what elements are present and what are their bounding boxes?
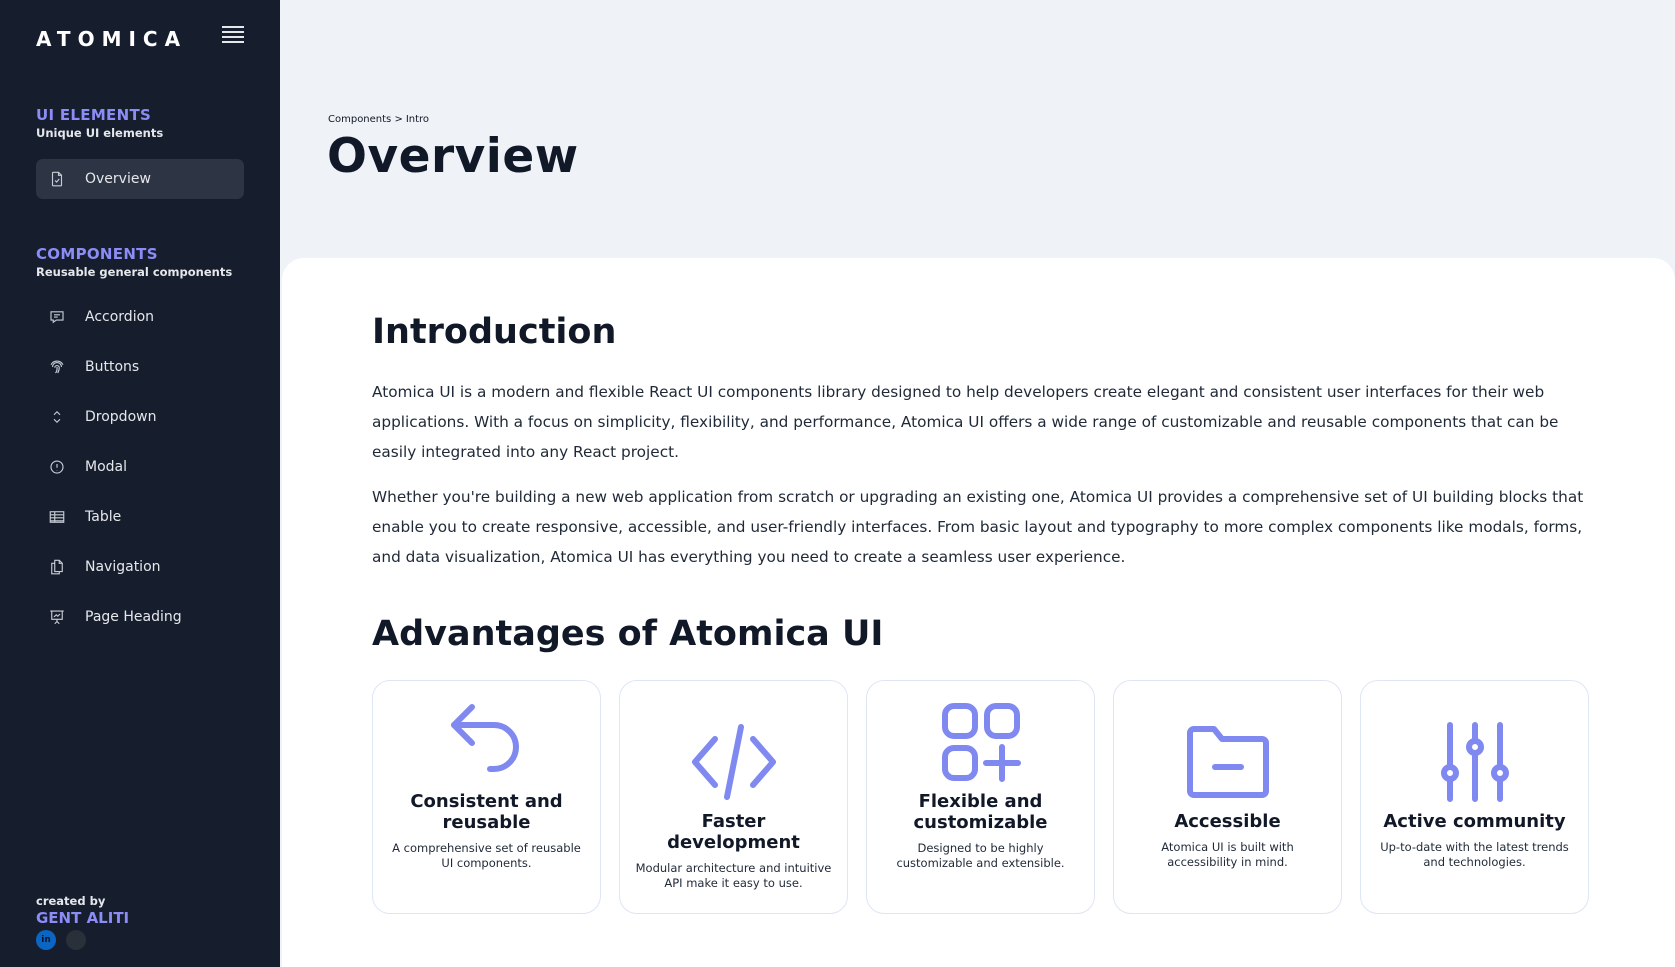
card-description: Modular architecture and intuitive API m…	[635, 861, 832, 890]
advantages-cards: Consistent and reusable A comprehensive …	[372, 680, 1589, 914]
sidebar-item-label: Navigation	[85, 559, 161, 575]
github-icon[interactable]	[66, 930, 86, 950]
presentation-chart-icon	[47, 607, 67, 627]
section-title: COMPONENTS	[36, 245, 158, 263]
credit-name[interactable]: GENT ALITI	[36, 909, 129, 927]
exclamation-circle-icon	[47, 457, 67, 477]
intro-paragraph: Atomica UI is a modern and flexible Reac…	[372, 383, 1559, 461]
credit-label: created by	[36, 894, 106, 908]
advantage-card[interactable]: Flexible and customizable Designed to be…	[866, 680, 1095, 914]
arrow-uturn-left-icon	[444, 681, 530, 791]
advantage-card[interactable]: Consistent and reusable A comprehensive …	[372, 680, 601, 914]
sidebar-item-table[interactable]: Table	[36, 497, 244, 537]
sidebar-item-buttons[interactable]: Buttons	[36, 347, 244, 387]
sidebar-item-dropdown[interactable]: Dropdown	[36, 397, 244, 437]
section-ui-elements: UI ELEMENTS Unique UI elements	[36, 106, 163, 140]
card-title: Accessible	[1174, 811, 1281, 832]
hamburger-menu-icon[interactable]	[222, 26, 244, 44]
sidebar-item-label: Table	[85, 509, 122, 525]
finger-print-icon	[47, 357, 67, 377]
sidebar-item-accordion[interactable]: Accordion	[36, 297, 244, 337]
sidebar: ATOMICA UI ELEMENTS Unique UI elements O…	[0, 0, 280, 967]
logo[interactable]: ATOMICA	[36, 27, 187, 51]
social-links: in	[36, 930, 86, 950]
breadcrumb-current: Intro	[405, 114, 430, 125]
section-subtitle: Unique UI elements	[36, 126, 164, 140]
advantages-heading: Advantages of Atomica UI	[372, 614, 884, 654]
sidebar-item-page-heading[interactable]: Page Heading	[36, 597, 244, 637]
sidebar-item-label: Page Heading	[85, 609, 182, 625]
folder-minus-icon	[1185, 681, 1271, 811]
advantage-card[interactable]: Accessible Atomica UI is built with acce…	[1113, 680, 1342, 914]
card-title: Flexible and customizable	[913, 791, 1048, 833]
breadcrumb: Components > Intro	[328, 114, 432, 125]
credit: created by GENT ALITI	[36, 894, 129, 927]
advantage-card[interactable]: Active community Up-to-date with the lat…	[1360, 680, 1589, 914]
documents-icon	[47, 557, 67, 577]
chat-bubble-icon	[47, 307, 67, 327]
card-title: Consistent and reusable	[410, 791, 563, 833]
card-description: Up-to-date with the latest trends and te…	[1380, 840, 1569, 869]
advantage-card[interactable]: Faster development Modular architecture …	[619, 680, 848, 914]
intro-paragraph: Whether you're building a new web applic…	[372, 488, 1584, 566]
sidebar-item-modal[interactable]: Modal	[36, 447, 244, 487]
card-description: Designed to be highly customizable and e…	[896, 841, 1065, 870]
document-check-icon	[47, 169, 67, 189]
code-bracket-icon	[691, 681, 777, 811]
section-components: COMPONENTS Reusable general components	[36, 245, 232, 279]
card-description: A comprehensive set of reusable UI compo…	[392, 841, 581, 870]
card-title: Active community	[1383, 811, 1566, 832]
sidebar-item-label: Accordion	[85, 309, 155, 325]
linkedin-icon[interactable]: in	[36, 930, 56, 950]
intro-heading: Introduction	[372, 312, 617, 352]
sidebar-item-label: Overview	[85, 171, 151, 187]
chevron-up-down-icon	[47, 407, 67, 427]
section-title: UI ELEMENTS	[36, 106, 152, 124]
sidebar-item-label: Modal	[85, 459, 127, 475]
sidebar-item-label: Buttons	[85, 359, 140, 375]
sidebar-item-label: Dropdown	[85, 409, 157, 425]
card-description: Atomica UI is built with accessibility i…	[1161, 840, 1294, 869]
card-title: Faster development	[667, 811, 800, 853]
adjustments-vertical-icon	[1432, 681, 1518, 811]
squares-plus-icon	[938, 681, 1024, 791]
breadcrumb-item[interactable]: Components >	[328, 114, 403, 125]
section-subtitle: Reusable general components	[36, 265, 233, 279]
table-icon	[47, 507, 67, 527]
content-panel: Introduction Atomica UI is a modern and …	[282, 258, 1675, 967]
sidebar-item-overview[interactable]: Overview	[36, 159, 244, 199]
page-title: Overview	[327, 129, 579, 184]
sidebar-item-navigation[interactable]: Navigation	[36, 547, 244, 587]
